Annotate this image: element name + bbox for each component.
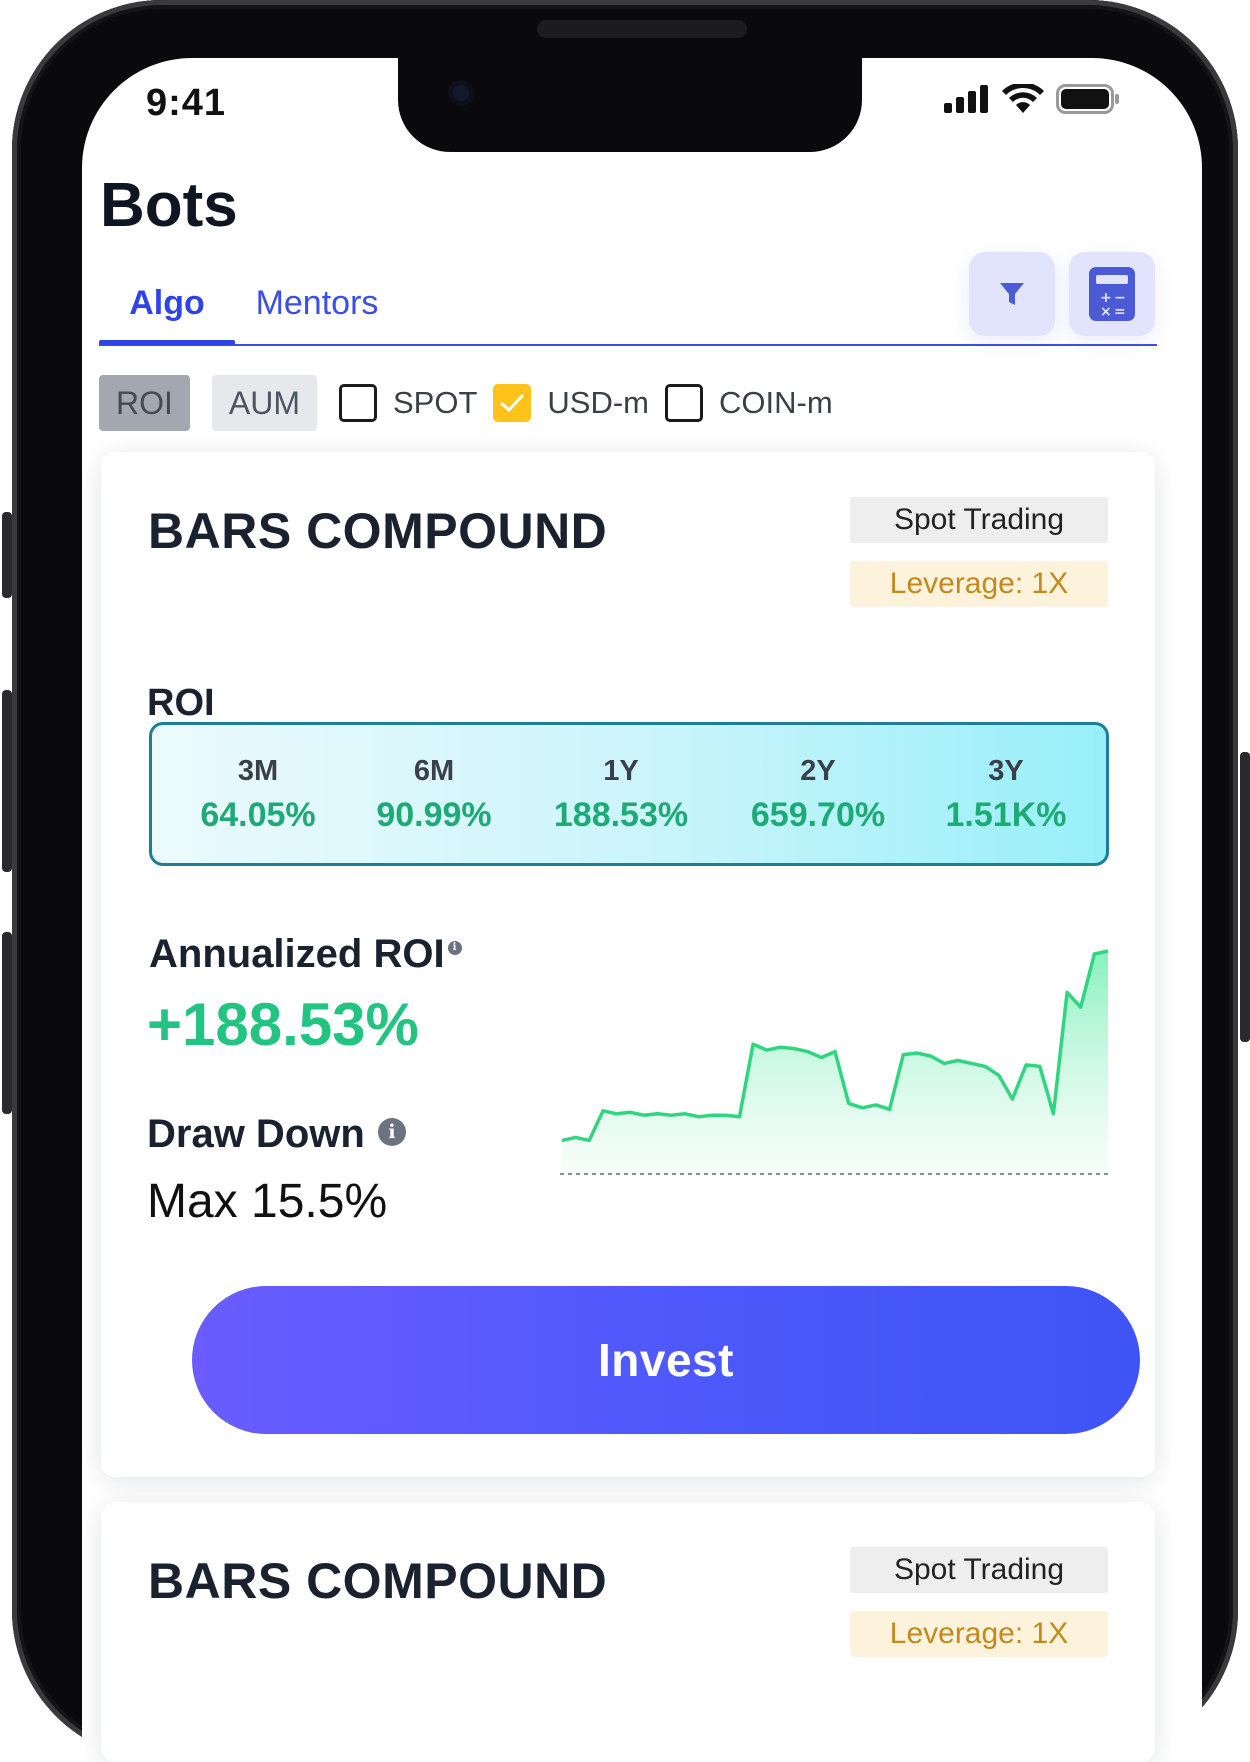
battery-icon — [1056, 84, 1119, 114]
checkbox-usdm-box[interactable] — [493, 384, 532, 422]
checkbox-usdm-label: USD-m — [547, 385, 650, 420]
roi-period-value: 64.05% — [200, 796, 316, 834]
front-camera — [448, 80, 474, 106]
roi-period-value: 188.53% — [553, 796, 689, 834]
roi-period-3m: 3M 64.05% — [168, 755, 348, 835]
filter-row: ROI AUM SPOT USD-m COIN-m — [99, 375, 849, 431]
bot-card[interactable]: BARS COMPOUND Spot Trading Leverage: 1X … — [101, 452, 1155, 1477]
trading-type-tag: Spot Trading — [850, 1547, 1108, 1593]
info-icon[interactable]: i — [377, 1118, 406, 1147]
invest-button[interactable]: Invest — [192, 1286, 1140, 1434]
checkbox-coinm-label: COIN-m — [719, 385, 833, 420]
roi-period-label: 6M — [413, 755, 455, 787]
leverage-tag: Leverage: 1X — [850, 561, 1108, 607]
volume-down-button — [2, 932, 12, 1114]
tab-algo[interactable]: Algo — [99, 278, 235, 345]
roi-period-label: 3Y — [988, 755, 1024, 787]
roi-period-3y: 3Y 1.51K% — [916, 755, 1096, 835]
silent-switch — [2, 512, 12, 598]
checkbox-coinm[interactable]: COIN-m — [665, 384, 833, 422]
checkbox-coinm-box[interactable] — [665, 384, 704, 422]
checkbox-spot[interactable]: SPOT — [339, 384, 477, 422]
leverage-tag: Leverage: 1X — [850, 1611, 1108, 1657]
status-time: 9:41 — [146, 82, 227, 124]
roi-period-value: 90.99% — [376, 796, 492, 834]
roi-period-value: 659.70% — [750, 796, 886, 834]
notch — [398, 58, 862, 152]
checkbox-spot-label: SPOT — [393, 385, 478, 420]
checkmark-icon — [500, 393, 525, 413]
drawdown-label-text: Draw Down — [147, 1112, 365, 1156]
calculator-icon: + − × = — [1089, 267, 1135, 321]
trading-type-tag: Spot Trading — [850, 497, 1108, 543]
sort-chip-roi[interactable]: ROI — [99, 375, 190, 431]
checkbox-spot-box[interactable] — [339, 384, 377, 422]
signal-icon — [944, 85, 988, 113]
checkbox-usdm[interactable]: USD-m — [493, 384, 649, 422]
roi-period-label: 2Y — [800, 755, 836, 787]
info-icon[interactable]: i — [447, 941, 462, 956]
sparkline-area — [562, 951, 1108, 1174]
roi-sparkline — [560, 949, 1110, 1175]
roi-period-value: 1.51K% — [945, 796, 1067, 834]
filter-icon — [1000, 283, 1024, 305]
roi-period-6m: 6M 90.99% — [344, 755, 524, 835]
bot-card[interactable]: BARS COMPOUND Spot Trading Leverage: 1X — [101, 1502, 1155, 1762]
roi-period-label: 1Y — [603, 755, 639, 787]
wifi-icon — [1002, 84, 1044, 113]
roi-period-2y: 2Y 659.70% — [728, 755, 908, 835]
annualized-roi-label: Annualized ROI i — [149, 932, 462, 977]
page-title: Bots — [100, 171, 238, 240]
status-icons — [944, 84, 1120, 114]
power-button — [1240, 752, 1250, 1042]
drawdown-label: Draw Down i — [147, 1112, 406, 1157]
filter-button[interactable] — [969, 252, 1055, 336]
roi-period-1y: 1Y 188.53% — [531, 755, 711, 835]
volume-up-button — [2, 690, 12, 872]
annualized-roi-value: +188.53% — [147, 991, 419, 1058]
bot-name: BARS COMPOUND — [148, 503, 608, 559]
bot-name: BARS COMPOUND — [148, 1553, 608, 1609]
calculator-button[interactable]: + − × = — [1069, 252, 1155, 336]
roi-period-label: 3M — [237, 755, 279, 787]
speaker-grille — [537, 20, 747, 38]
svg-text:×: × — [1100, 304, 1112, 320]
drawdown-value: Max 15.5% — [147, 1175, 388, 1228]
sort-chip-aum[interactable]: AUM — [211, 375, 317, 431]
roi-periods-box: 3M 64.05% 6M 90.99% 1Y 188.53% 2Y 659.70… — [149, 722, 1109, 866]
svg-text:=: = — [1114, 304, 1126, 320]
tab-mentors[interactable]: Mentors — [249, 278, 385, 342]
roi-label: ROI — [147, 682, 215, 724]
annualized-roi-label-text: Annualized ROI — [149, 932, 445, 976]
